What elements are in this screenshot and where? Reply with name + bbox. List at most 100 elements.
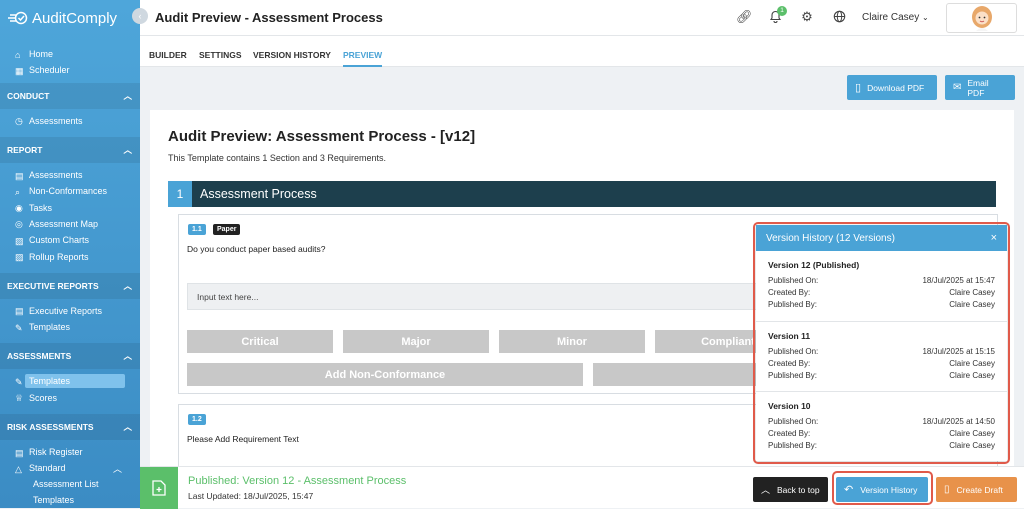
sidebar-item-label: Tasks [29, 202, 53, 213]
sidebar-item-templates[interactable]: ✎ Templates [0, 373, 140, 389]
undo-icon: ↶ [844, 484, 854, 496]
requirement-tag: Paper [213, 224, 241, 235]
email-pdf-button[interactable]: ✉ Email PDF [945, 75, 1015, 100]
document-icon: ▯ [855, 82, 862, 94]
sidebar-item-scores[interactable]: ♕ Scores [0, 390, 140, 406]
avatar[interactable] [946, 3, 1017, 33]
version-title: Version 11 [768, 330, 811, 341]
version-item[interactable]: Version 10 Published On: 18/Jul/2025 at 1… [756, 392, 1007, 461]
version-title: Version 12 (Published) [768, 260, 860, 270]
globe-icon[interactable] [832, 10, 846, 24]
user-name: Claire Casey [862, 12, 920, 23]
add-non-conformance-button[interactable]: Add Non-Conformance [187, 363, 583, 386]
create-draft-button[interactable]: ▯ Create Draft [936, 477, 1017, 502]
download-pdf-button[interactable]: ▯ Download PDF [847, 75, 937, 100]
sidebar-item-risk-register[interactable]: ▤ Risk Register [0, 444, 140, 460]
version-item[interactable]: Version 12 (Published) Published On: 18/J… [756, 251, 1007, 322]
field-label: Published On: [768, 417, 819, 426]
tab-settings[interactable]: SETTINGS [199, 50, 242, 60]
last-updated: Last Updated: 18/Jul/2025, 15:47 [188, 491, 314, 501]
close-icon[interactable]: × [991, 232, 997, 244]
sidebar-item-standard[interactable]: △ Standard ︿ [0, 460, 140, 476]
sidebar-item-assessment-map[interactable]: ◎ Assessment Map [0, 216, 140, 232]
sidebar-collapse-button[interactable]: ‹ [132, 8, 148, 24]
sidebar-item-label: Rollup Reports [29, 251, 89, 262]
sidebar-item-custom-charts[interactable]: ▨ Custom Charts [0, 232, 140, 248]
gear-icon[interactable]: ⚙ [800, 10, 814, 24]
sidebar-section-assessments[interactable]: ASSESSMENTS ︿ [0, 343, 140, 370]
sidebar-section-conduct[interactable]: CONDUCT ︿ [0, 82, 140, 109]
field-value: Claire Casey [949, 429, 995, 438]
field-label: Published By: [768, 300, 817, 309]
sidebar-item-home[interactable]: ⌂ Home [0, 46, 140, 62]
sidebar-section-report[interactable]: REPORT ︿ [0, 136, 140, 163]
sidebar-item-assessment-list[interactable]: Assessment List [0, 476, 140, 492]
tab-builder[interactable]: BUILDER [149, 50, 187, 60]
sidebar-item-label: Templates [33, 494, 75, 505]
sidebar-section-risk-assessments[interactable]: RISK ASSESSMENTS ︿ [0, 413, 140, 440]
list-icon: ▤ [15, 447, 24, 458]
section-header[interactable]: 1 Assessment Process [168, 181, 996, 207]
app-logo[interactable]: AuditComply [0, 0, 140, 36]
top-bar: Audit Preview - Assessment Process 🔗︎ 1 … [140, 0, 1024, 36]
list-icon: ▤ [15, 170, 24, 181]
section-title: CONDUCT [7, 90, 50, 101]
sidebar: AuditComply ⌂ Home ▦ Scheduler CONDUCT ︿ ◷ A… [0, 0, 140, 508]
sidebar-item-executive-reports[interactable]: ▤ Executive Reports [0, 303, 140, 319]
section-title: ASSESSMENTS [7, 351, 72, 362]
chevron-left-icon: ‹ [138, 11, 142, 21]
sidebar-item-label: Assessments [29, 115, 83, 126]
sidebar-item-scheduler[interactable]: ▦ Scheduler [0, 62, 140, 78]
requirement-number: 1.1 [188, 224, 206, 235]
chevron-up-icon: ︿ [123, 421, 132, 432]
back-to-top-button[interactable]: ︿ Back to top [753, 477, 828, 502]
field-label: Published On: [768, 276, 819, 285]
field-value: 18/Jul/2025 at 15:15 [922, 346, 995, 356]
sidebar-item-label: Templates [29, 322, 71, 333]
requirement-number: 1.2 [188, 414, 206, 425]
section-name: Assessment Process [200, 187, 317, 201]
sidebar-item-tasks[interactable]: ◉ Tasks [0, 199, 140, 215]
sidebar-item-label: Scheduler [29, 65, 70, 76]
minor-button[interactable]: Minor [499, 330, 645, 353]
version-item[interactable]: Version 11 Published On: 18/Jul/2025 at 1… [756, 322, 1007, 392]
sidebar-item-conduct-assessments[interactable]: ◷ Assessments [0, 113, 140, 129]
sidebar-item-label: Home [29, 49, 54, 60]
version-history-button[interactable]: ↶ Version History [836, 477, 928, 502]
sidebar-item-rollup-reports[interactable]: ▨ Rollup Reports [0, 248, 140, 264]
field-value: Claire Casey [949, 300, 995, 309]
sidebar-item-non-conformances[interactable]: ⌕ Non-Conformances [0, 183, 140, 199]
field-value: Claire Casey [949, 358, 995, 368]
bottom-bar: Published: Version 12 - Assessment Proce… [140, 466, 1024, 509]
sidebar-item-risk-templates[interactable]: Templates [0, 492, 140, 508]
field-label: Created By: [768, 429, 811, 438]
home-icon: ⌂ [15, 49, 21, 60]
sidebar-item-label: Assessment List [33, 479, 99, 490]
sidebar-section-executive-reports[interactable]: EXECUTIVE REPORTS ︿ [0, 272, 140, 299]
critical-button[interactable]: Critical [187, 330, 333, 353]
link-icon[interactable]: 🔗︎ [736, 10, 753, 24]
tab-preview[interactable]: PREVIEW [343, 50, 383, 67]
field-label: Published By: [768, 441, 817, 450]
field-value: Claire Casey [949, 288, 995, 297]
chevron-up-icon: ︿ [123, 90, 132, 101]
button-label: Create Draft [956, 484, 1003, 495]
sidebar-item-report-assessments[interactable]: ▤ Assessments [0, 167, 140, 183]
chevron-up-icon: ︿ [112, 463, 122, 474]
search-icon: ⌕ [15, 186, 21, 197]
panel-header: Version History (12 Versions) × [756, 225, 1007, 251]
bell-icon[interactable]: 1 [768, 6, 787, 24]
user-menu[interactable]: Claire Casey ⌄ [862, 12, 929, 23]
button-label: Email PDF [967, 77, 989, 98]
panel-title: Version History (12 Versions) [766, 232, 895, 244]
chevron-up-icon: ︿ [761, 485, 771, 495]
preview-subtitle: This Template contains 1 Section and 3 R… [168, 153, 386, 163]
requirement-text: Do you conduct paper based audits? [187, 244, 326, 254]
field-label: Created By: [768, 288, 811, 297]
major-button[interactable]: Major [343, 330, 489, 353]
page-title: Audit Preview - Assessment Process [155, 10, 383, 25]
logo-icon [8, 11, 28, 25]
requirement-input[interactable]: Input text here... [187, 283, 787, 310]
tab-version-history[interactable]: VERSION HISTORY [253, 50, 331, 60]
sidebar-item-exec-templates[interactable]: ✎ Templates [0, 319, 140, 335]
